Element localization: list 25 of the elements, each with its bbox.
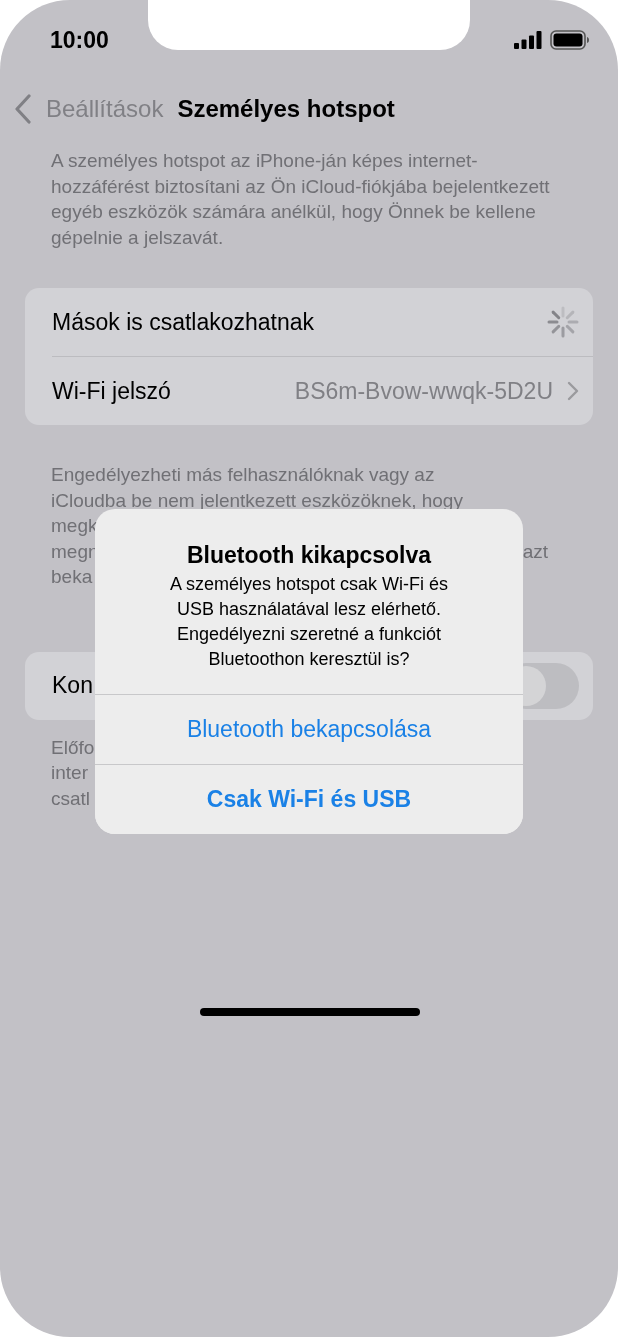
spinner-icon (547, 306, 579, 338)
row-label: Mások is csatlakozhatnak (52, 308, 316, 336)
footer-text: Engedélyezheti más felhasználóknak vagy az (51, 463, 435, 487)
back-button[interactable]: Beállítások (14, 94, 164, 124)
chevron-right-icon (567, 381, 579, 401)
footer-text: inter (51, 761, 88, 785)
home-indicator[interactable] (200, 1008, 420, 1016)
row-label: Kon (52, 672, 94, 699)
signal-icon (514, 31, 542, 49)
alert-button[interactable]: Csak Wi-Fi és USB (95, 764, 523, 834)
footer-text: Előfo (51, 735, 95, 760)
intro-text: A személyes hotspot az iPhone-ján képes internet-hozzáférést biztosítani az Ön iCloud-fiókjába bejelentkezett egyéb eszközök számára anélkül, hogy Önnek be kellene gépelnie a jelszavát. (51, 149, 551, 250)
battery-icon (550, 30, 590, 50)
alert-message: A személyes hotspot csak Wi-Fi és USB használatával lesz elérhető. Engedélyezni szeretné a funkciót Bluetoothon keresztül is? (168, 573, 450, 671)
status-time: 10:00 (50, 26, 109, 54)
alert-title: Bluetooth kikapcsolva (185, 541, 433, 569)
list-item[interactable]: Wi-Fi jelszó BS6m-Bvow-wwqk-5D2U (52, 356, 593, 425)
row-label: Wi-Fi jelszó (52, 377, 172, 405)
password-value: BS6m-Bvow-wwqk-5D2U (294, 377, 553, 405)
page-title: Személyes hotspot (177, 95, 395, 123)
back-chevron-icon (14, 94, 32, 124)
footer-text: megk (51, 514, 98, 538)
footer-text: csatl (51, 786, 91, 811)
footer-text: beka (51, 565, 93, 589)
footer-text: azt (522, 539, 548, 564)
